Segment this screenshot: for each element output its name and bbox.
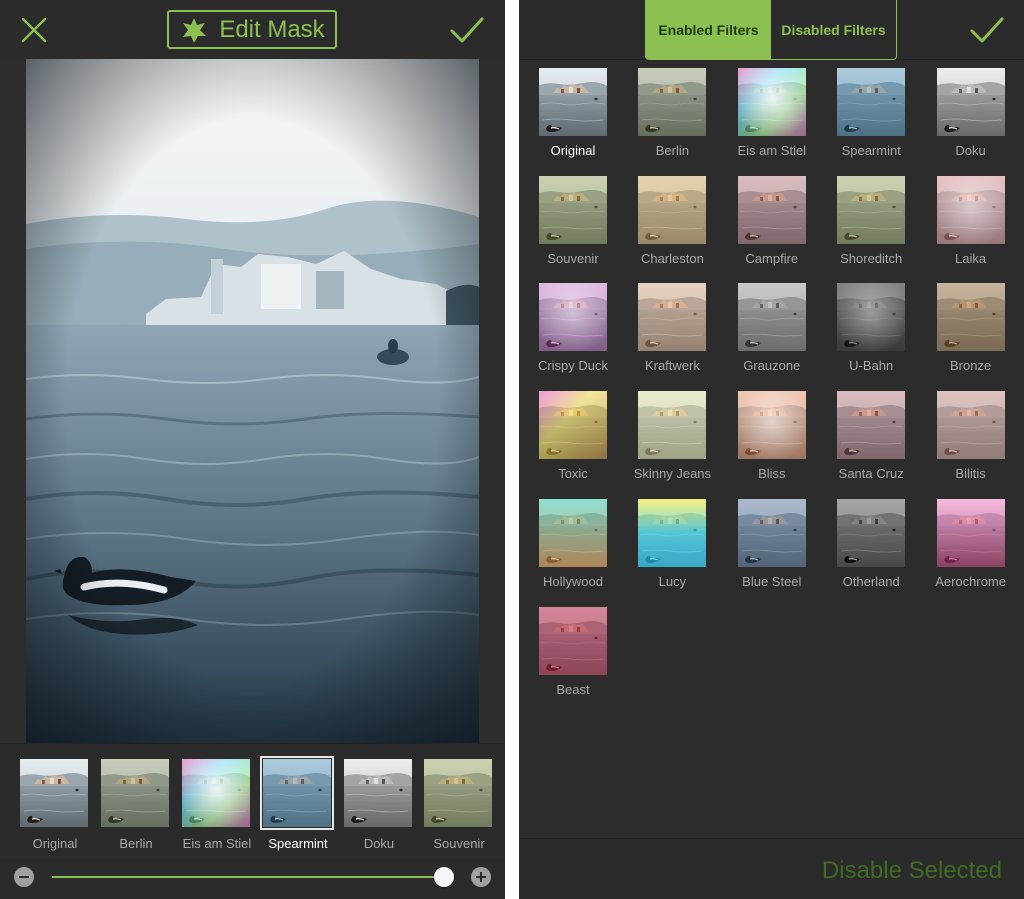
filter-item-beast[interactable]: Beast	[523, 600, 623, 700]
filter-item-u-bahn[interactable]: U-Bahn	[821, 276, 921, 376]
filter-thumbnail	[936, 391, 1005, 460]
filter-manager-header: Enabled Filters Disabled Filters	[519, 0, 1024, 60]
filter-tabs: Enabled Filters Disabled Filters	[645, 0, 897, 60]
filter-item-bliss[interactable]: Bliss	[722, 384, 822, 484]
filter-item-toxic[interactable]: Toxic	[523, 384, 623, 484]
filter-strip: Original Berlin Eis am Stiel Spearmint D…	[0, 743, 505, 856]
edit-mask-button[interactable]: Edit Mask	[167, 10, 337, 49]
slider-fill	[52, 876, 444, 878]
filter-label: Beast	[556, 681, 590, 697]
checkmark-icon[interactable]	[447, 12, 487, 48]
filter-grid: Original Berlin Eis am Stiel Spearmint Doku S…	[519, 61, 1024, 838]
filter-manager-screen: Enabled Filters Disabled Filters Origina…	[519, 0, 1024, 899]
filter-thumbnail	[539, 391, 607, 460]
filter-item-spearmint[interactable]: Spearmint	[821, 61, 921, 161]
filter-thumbnail	[837, 283, 906, 352]
strip-filter-spearmint[interactable]: Spearmint	[260, 756, 334, 851]
filter-item-santa-cruz[interactable]: Santa Cruz	[821, 384, 921, 484]
filter-thumbnail	[424, 759, 492, 827]
filter-thumbnail	[20, 759, 88, 827]
strip-filter-doku[interactable]: Doku	[344, 759, 414, 851]
slider-handle[interactable]	[434, 867, 454, 887]
filter-item-souvenir[interactable]: Souvenir	[523, 169, 623, 269]
filter-thumbnail	[638, 498, 707, 567]
filter-thumbnail	[837, 498, 906, 567]
filter-thumbnail	[737, 283, 806, 352]
filter-thumbnail	[638, 68, 707, 136]
filter-item-shoreditch[interactable]: Shoreditch	[821, 169, 921, 269]
filter-item-bilitis[interactable]: Bilitis	[921, 384, 1021, 484]
filter-thumbnail	[101, 759, 169, 827]
checkmark-icon[interactable]	[967, 12, 1007, 48]
filter-thumbnail	[936, 175, 1005, 244]
filter-label: Bronze	[949, 358, 992, 374]
filter-thumbnail	[837, 175, 906, 244]
filter-label: Bilitis	[955, 466, 986, 482]
filter-thumbnail	[837, 391, 906, 460]
filter-item-blue-steel[interactable]: Blue Steel	[722, 492, 822, 592]
tab-disabled-filters[interactable]: Disabled Filters	[771, 0, 896, 59]
filter-thumbnail	[737, 391, 806, 460]
filter-thumbnail	[344, 759, 412, 827]
filter-item-crispy-duck[interactable]: Crispy Duck	[523, 276, 623, 376]
filter-manager-footer: Disable Selected	[519, 838, 1024, 899]
filter-item-campfire[interactable]: Campfire	[722, 169, 822, 269]
filter-item-skinny-jeans[interactable]: Skinny Jeans	[622, 384, 722, 484]
strip-filter-souvenir[interactable]: Souvenir	[424, 759, 494, 851]
filter-thumbnail	[539, 175, 607, 244]
filter-thumbnail	[539, 498, 607, 567]
filter-item-otherland[interactable]: Otherland	[821, 492, 921, 592]
filter-thumbnail	[737, 175, 806, 244]
filter-item-aerochrome[interactable]: Aerochrome	[921, 492, 1021, 592]
tab-enabled-filters[interactable]: Enabled Filters	[646, 0, 771, 59]
filter-thumbnail	[837, 68, 906, 136]
filter-thumbnail	[539, 283, 607, 352]
filter-thumbnail	[638, 283, 707, 352]
filter-thumbnail	[539, 606, 607, 675]
plus-icon[interactable]	[471, 867, 491, 887]
photo-preview[interactable]	[26, 59, 479, 743]
filter-label: Aerochrome	[935, 573, 1006, 589]
strip-filter-original[interactable]: Original	[20, 759, 90, 851]
intensity-slider[interactable]	[52, 867, 454, 887]
filter-item-original[interactable]: Original	[523, 61, 623, 161]
filter-item-doku[interactable]: Doku	[921, 61, 1021, 161]
strip-filter-berlin[interactable]: Berlin	[101, 759, 171, 851]
filter-thumbnail	[936, 498, 1005, 567]
minus-icon[interactable]	[14, 867, 34, 887]
edit-mask-label: Edit Mask	[219, 15, 325, 43]
close-icon[interactable]	[14, 10, 54, 50]
mask-star-icon	[179, 15, 209, 45]
filter-item-kraftwerk[interactable]: Kraftwerk	[622, 276, 722, 376]
filter-item-berlin[interactable]: Berlin	[622, 61, 722, 161]
filter-item-hollywood[interactable]: Hollywood	[523, 492, 623, 592]
filter-label: Laika	[955, 250, 987, 266]
strip-filter-eis-am-stiel[interactable]: Eis am Stiel	[182, 759, 252, 851]
filter-item-charleston[interactable]: Charleston	[622, 169, 722, 269]
filter-item-eis-am-stiel[interactable]: Eis am Stiel	[722, 61, 822, 161]
filter-item-lucy[interactable]: Lucy	[622, 492, 722, 592]
editor-header: Edit Mask	[0, 0, 505, 59]
filter-item-grauzone[interactable]: Grauzone	[722, 276, 822, 376]
filter-label: Doku	[955, 143, 986, 158]
filter-thumbnail	[737, 498, 806, 567]
disable-selected-button[interactable]: Disable Selected	[822, 857, 1002, 885]
strip-filter-label: Souvenir	[433, 836, 485, 851]
filter-item-bronze[interactable]: Bronze	[921, 276, 1021, 376]
intensity-slider-row	[0, 857, 505, 899]
filter-thumbnail	[260, 756, 334, 830]
filter-thumbnail	[539, 68, 607, 136]
filter-thumbnail	[182, 759, 250, 827]
filter-thumbnail	[638, 391, 707, 460]
filter-thumbnail	[638, 175, 707, 244]
filter-thumbnail	[737, 68, 806, 136]
filter-item-laika[interactable]: Laika	[921, 169, 1021, 269]
filter-editor-screen: Edit Mask Original Berlin Eis am Stiel S…	[0, 0, 505, 899]
filter-thumbnail	[936, 283, 1005, 352]
filter-thumbnail	[937, 68, 1005, 136]
